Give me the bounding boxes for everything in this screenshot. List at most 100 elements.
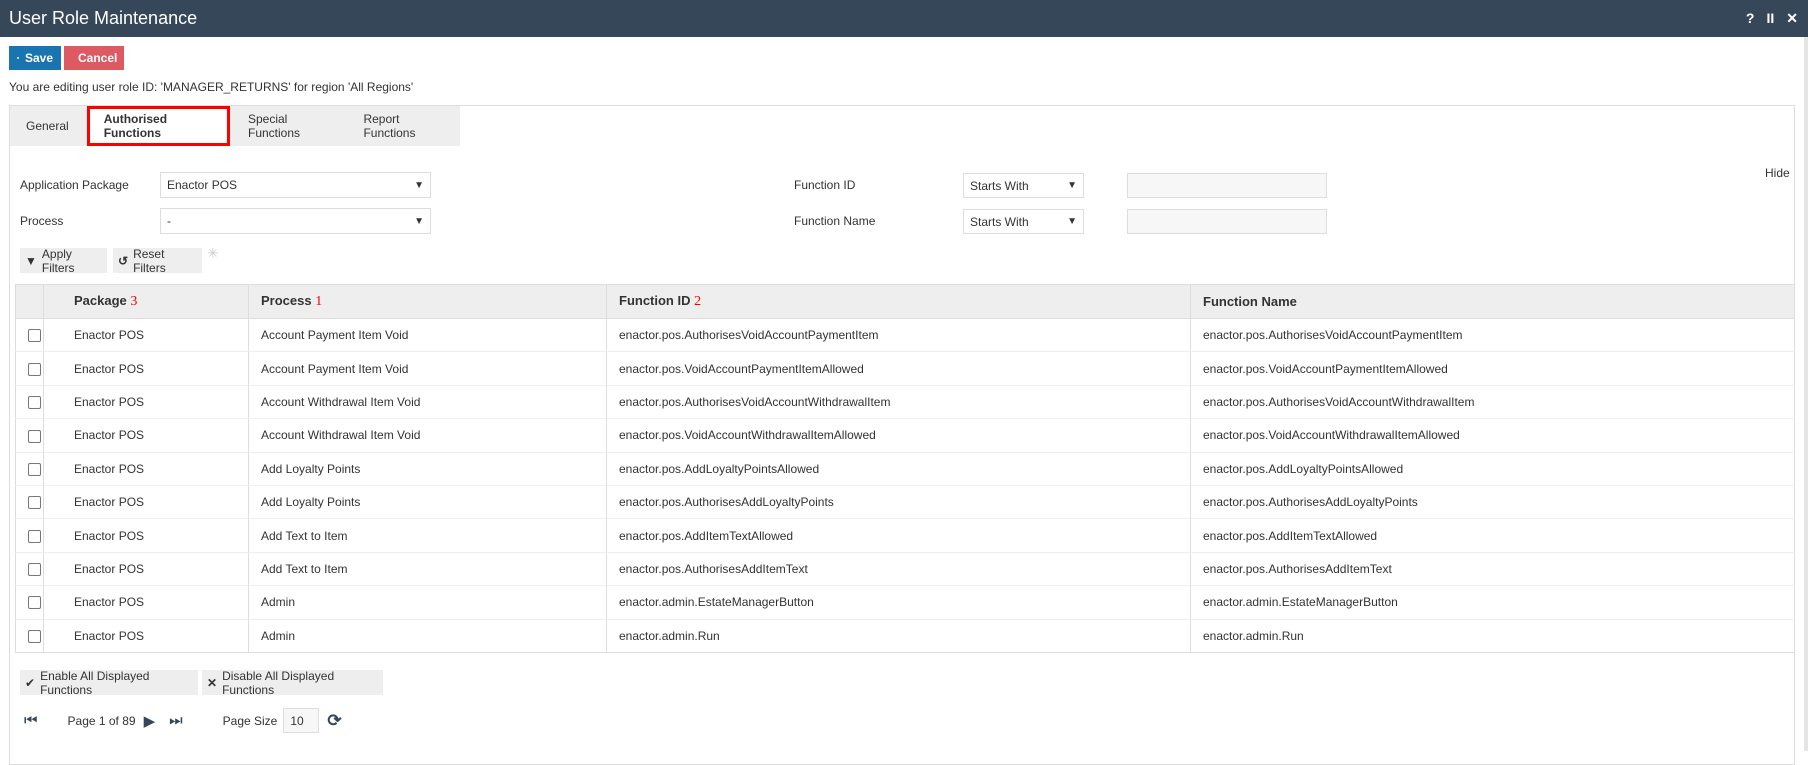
function-id-operator-select[interactable]: Starts With▼ [963,173,1084,198]
cancel-label: Cancel [78,51,117,65]
column-header-function-name[interactable]: Function Name [1191,285,1795,319]
table-row: Enactor POSAccount Payment Item Voidenac… [16,352,1795,385]
filter-icon: ▼ [25,254,37,268]
tab-bar: General Authorised Functions Special Fun… [10,106,460,146]
next-page-icon[interactable]: ▶ [144,712,156,730]
enable-all-label: Enable All Displayed Functions [40,669,193,697]
app-package-select[interactable]: Enactor POS▼ [160,172,431,198]
first-page-icon[interactable]: ⏮ [24,712,38,729]
row-checkbox[interactable] [28,463,41,476]
undo-icon: ↺ [118,254,128,268]
row-checkbox[interactable] [28,530,41,543]
cancel-button[interactable]: Cancel [64,46,124,70]
row-select-cell [16,519,44,552]
select-column-header [16,285,44,319]
column-header-function-id[interactable]: Function ID 2 [607,285,1191,319]
table-row: Enactor POSAccount Withdrawal Item Voide… [16,419,1795,452]
row-checkbox[interactable] [28,496,41,509]
pagination: ⏮ Page 1 of 89 ▶ ⏭ Page Size 10 ⟳ [24,708,342,733]
x-icon: ✕ [207,676,217,690]
scrollbar[interactable] [1804,37,1808,751]
floppy-icon [17,52,19,64]
cell-package: Enactor POS [44,619,249,652]
row-checkbox[interactable] [28,630,41,643]
cell-package: Enactor POS [44,385,249,418]
close-icon[interactable]: ✕ [1786,10,1798,27]
table-row: Enactor POSAdd Loyalty Pointsenactor.pos… [16,452,1795,485]
cell-function-id: enactor.pos.AddItemTextAllowed [607,519,1191,552]
cell-process: Add Text to Item [249,519,607,552]
row-select-cell [16,419,44,452]
table-row: Enactor POSAccount Payment Item Voidenac… [16,319,1795,352]
enable-all-button[interactable]: ✔ Enable All Displayed Functions [20,670,198,695]
table-row: Enactor POSAdd Loyalty Pointsenactor.pos… [16,485,1795,518]
cell-process: Account Withdrawal Item Void [249,419,607,452]
cell-function-name: enactor.pos.AuthorisesVoidAccountWithdra… [1191,385,1795,418]
function-name-input[interactable] [1127,209,1327,234]
title-bar: User Role Maintenance ? II ✕ [0,0,1808,37]
cell-process: Admin [249,586,607,619]
cell-function-id: enactor.admin.EstateManagerButton [607,586,1191,619]
sort-order: 1 [315,294,322,309]
cell-function-name: enactor.pos.VoidAccountPaymentItemAllowe… [1191,352,1795,385]
row-checkbox[interactable] [28,396,41,409]
table-header-row: Package 3 Process 1 Function ID 2 Functi… [16,285,1795,319]
save-button[interactable]: Save [9,46,61,70]
cell-function-id: enactor.pos.AddLoyaltyPointsAllowed [607,452,1191,485]
help-icon[interactable]: ? [1746,10,1755,27]
row-checkbox[interactable] [28,563,41,576]
tab-report-functions[interactable]: Report Functions [347,106,460,146]
row-checkbox[interactable] [28,363,41,376]
pause-icon[interactable]: II [1766,10,1774,27]
row-select-cell [16,352,44,385]
apply-filters-button[interactable]: ▼Apply Filters [20,248,107,273]
cell-function-id: enactor.pos.VoidAccountPaymentItemAllowe… [607,352,1191,385]
cell-function-id: enactor.pos.AuthorisesVoidAccountPayment… [607,319,1191,352]
row-checkbox[interactable] [28,430,41,443]
row-select-cell [16,552,44,585]
row-checkbox[interactable] [28,329,41,342]
functions-table: Package 3 Process 1 Function ID 2 Functi… [15,284,1795,653]
cell-function-name: enactor.pos.AuthorisesAddItemText [1191,552,1795,585]
last-page-icon[interactable]: ⏭ [169,712,183,729]
disable-all-button[interactable]: ✕ Disable All Displayed Functions [202,670,383,695]
dropdown-arrow-icon: ▼ [1067,180,1077,191]
page-size-input[interactable]: 10 [283,708,319,733]
hide-filters-link[interactable]: Hide [1765,166,1790,180]
table-row: Enactor POSAdminenactor.admin.EstateMana… [16,586,1795,619]
function-name-label: Function Name [794,214,875,228]
disable-all-label: Disable All Displayed Functions [222,669,378,697]
save-label: Save [25,51,53,65]
cell-function-name: enactor.pos.VoidAccountWithdrawalItemAll… [1191,419,1795,452]
cell-function-name: enactor.admin.EstateManagerButton [1191,586,1795,619]
tab-authorised-functions[interactable]: Authorised Functions [87,106,230,146]
refresh-icon[interactable]: ⟳ [327,711,341,731]
dropdown-arrow-icon: ▼ [1067,216,1077,227]
process-label: Process [20,214,63,228]
cell-function-id: enactor.admin.Run [607,619,1191,652]
function-id-input[interactable] [1127,173,1327,198]
header-label: Function Name [1203,294,1297,309]
check-icon: ✔ [25,676,35,690]
cell-process: Add Text to Item [249,552,607,585]
cell-process: Account Payment Item Void [249,319,607,352]
column-header-package[interactable]: Package 3 [44,285,249,319]
row-select-cell [16,452,44,485]
tab-special-functions[interactable]: Special Functions [232,106,347,146]
reset-filters-button[interactable]: ↺ Reset Filters [113,248,202,273]
sort-order: 3 [130,294,137,309]
cell-process: Account Withdrawal Item Void [249,385,607,418]
function-name-operator-select[interactable]: Starts With▼ [963,209,1084,234]
reset-filters-label: Reset Filters [133,247,197,275]
column-header-process[interactable]: Process 1 [249,285,607,319]
row-checkbox[interactable] [28,596,41,609]
page-size-label: Page Size [223,714,278,728]
editing-info: You are editing user role ID: 'MANAGER_R… [9,80,413,94]
process-select[interactable]: -▼ [160,208,431,234]
row-select-cell [16,385,44,418]
tab-general[interactable]: General [10,106,85,146]
cell-function-name: enactor.admin.Run [1191,619,1795,652]
cell-package: Enactor POS [44,485,249,518]
dropdown-arrow-icon: ▼ [414,216,424,227]
cell-function-name: enactor.pos.AuthorisesAddLoyaltyPoints [1191,485,1795,518]
